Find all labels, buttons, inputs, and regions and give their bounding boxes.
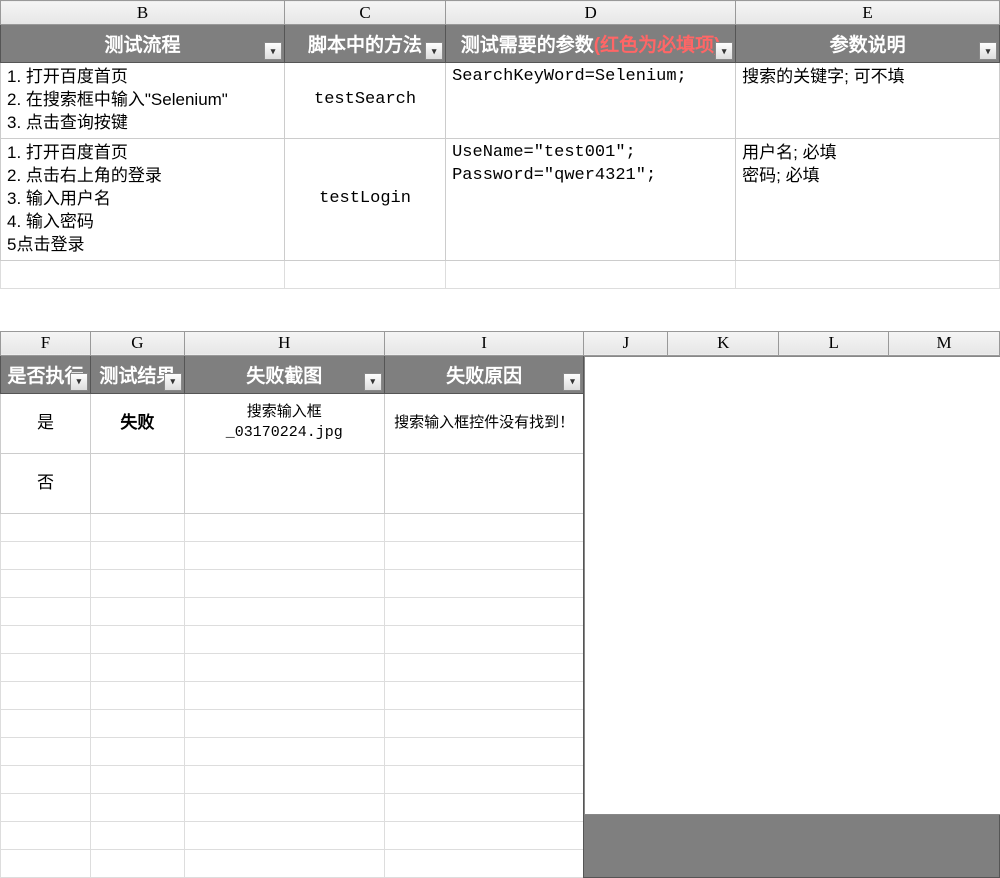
cell-screenshot[interactable]: 搜索输入框_03170224.jpg <box>184 393 384 453</box>
cell-exec[interactable]: 否 <box>1 453 91 513</box>
col-letter-B[interactable]: B <box>1 1 285 25</box>
column-letters-row: F G H I J K L M <box>1 331 1000 355</box>
filter-icon[interactable]: ▾ <box>264 42 282 60</box>
header-process[interactable]: 测试流程 ▾ <box>1 25 285 63</box>
cell-reason[interactable]: 搜索输入框控件没有找到！ <box>384 393 584 453</box>
col-letter-J[interactable]: J <box>584 331 668 355</box>
cell-process[interactable]: 1. 打开百度首页 2. 点击右上角的登录 3. 输入用户名 4. 输入密码 5… <box>1 138 285 260</box>
bottom-header-row: 是否执行 ▾ 测试结果 ▾ 失败截图 ▾ 失败原因 ▾ java.lang.As… <box>1 355 1000 393</box>
header-reason-text: 失败原因 <box>446 366 522 387</box>
cell-screenshot[interactable] <box>184 453 384 513</box>
cell-result[interactable] <box>90 453 184 513</box>
header-screenshot[interactable]: 失败截图 ▾ <box>184 355 384 393</box>
col-letter-K[interactable]: K <box>668 331 779 355</box>
header-method[interactable]: 脚本中的方法 ▾ <box>284 25 445 63</box>
top-header-row: 测试流程 ▾ 脚本中的方法 ▾ 测试需要的参数(红色为必填项) ▾ 参数说明 ▾ <box>1 25 1000 63</box>
stack-trace-cell[interactable]: java.lang.AssertionError: 搜索输入框控件没有找到！ a… <box>584 355 1000 877</box>
col-letter-C[interactable]: C <box>284 1 445 25</box>
filter-icon[interactable]: ▾ <box>164 373 182 391</box>
cell-reason[interactable] <box>384 453 584 513</box>
table-row[interactable]: 1. 打开百度首页 2. 在搜索框中输入"Selenium" 3. 点击查询按键… <box>1 63 1000 139</box>
col-letter-E[interactable]: E <box>736 1 1000 25</box>
column-letters-row: B C D E <box>1 1 1000 25</box>
cell-exec[interactable]: 是 <box>1 393 91 453</box>
col-letter-L[interactable]: L <box>779 331 889 355</box>
header-desc-text: 参数说明 <box>830 35 906 56</box>
header-params[interactable]: 测试需要的参数(红色为必填项) ▾ <box>446 25 736 63</box>
cell-desc[interactable]: 搜索的关键字; 可不填 <box>736 63 1000 139</box>
header-process-text: 测试流程 <box>104 35 180 56</box>
cell-method[interactable]: testSearch <box>284 63 445 139</box>
col-letter-G[interactable]: G <box>90 331 184 355</box>
filter-icon[interactable]: ▾ <box>979 42 997 60</box>
top-spreadsheet-table: B C D E 测试流程 ▾ 脚本中的方法 ▾ 测试需要的参数(红色为必填项) … <box>0 0 1000 289</box>
filter-icon[interactable]: ▾ <box>715 42 733 60</box>
stack-trace-text: java.lang.AssertionError: 搜索输入框控件没有找到！ a… <box>584 356 1000 816</box>
cell-result[interactable]: 失败 <box>90 393 184 453</box>
filter-icon[interactable]: ▾ <box>563 373 581 391</box>
filter-icon[interactable]: ▾ <box>425 42 443 60</box>
header-reason[interactable]: 失败原因 ▾ <box>384 355 584 393</box>
cell-method[interactable]: testLogin <box>284 138 445 260</box>
col-letter-H[interactable]: H <box>184 331 384 355</box>
bottom-spreadsheet-table: F G H I J K L M 是否执行 ▾ 测试结果 ▾ 失败截图 ▾ 失败原… <box>0 331 1000 878</box>
header-result[interactable]: 测试结果 ▾ <box>90 355 184 393</box>
empty-row[interactable] <box>1 260 1000 288</box>
filter-icon[interactable]: ▾ <box>70 373 88 391</box>
col-letter-F[interactable]: F <box>1 331 91 355</box>
cell-desc[interactable]: 用户名; 必填 密码; 必填 <box>736 138 1000 260</box>
table-row[interactable]: 1. 打开百度首页 2. 点击右上角的登录 3. 输入用户名 4. 输入密码 5… <box>1 138 1000 260</box>
filter-icon[interactable]: ▾ <box>364 373 382 391</box>
col-letter-D[interactable]: D <box>446 1 736 25</box>
header-exec[interactable]: 是否执行 ▾ <box>1 355 91 393</box>
header-method-text: 脚本中的方法 <box>308 35 422 56</box>
cell-process[interactable]: 1. 打开百度首页 2. 在搜索框中输入"Selenium" 3. 点击查询按键 <box>1 63 285 139</box>
header-screenshot-text: 失败截图 <box>246 366 322 387</box>
cell-params[interactable]: UseName="test001"; Password="qwer4321"; <box>446 138 736 260</box>
header-desc[interactable]: 参数说明 ▾ <box>736 25 1000 63</box>
header-params-red-text: (红色为必填项) <box>594 35 721 56</box>
col-letter-M[interactable]: M <box>889 331 1000 355</box>
col-letter-I[interactable]: I <box>384 331 584 355</box>
cell-params[interactable]: SearchKeyWord=Selenium; <box>446 63 736 139</box>
header-params-text: 测试需要的参数 <box>461 35 594 56</box>
